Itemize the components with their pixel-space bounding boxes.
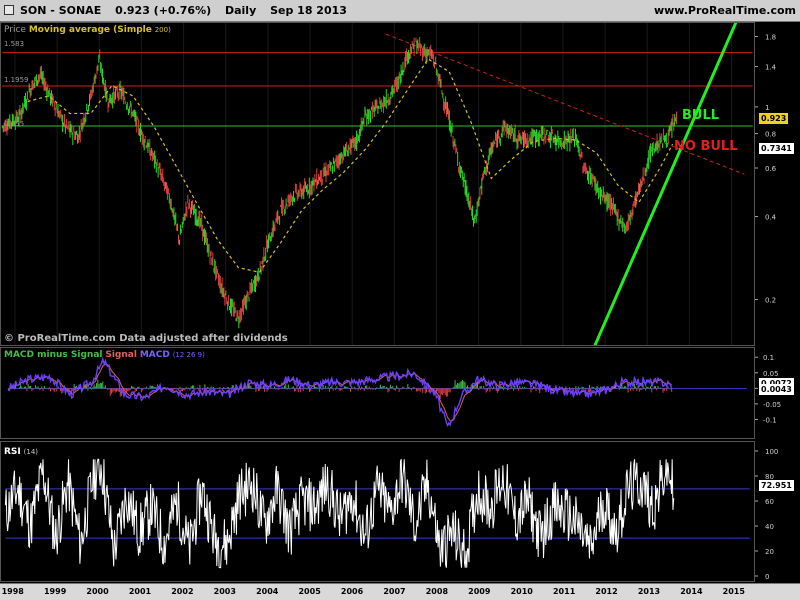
resistance-label-2: 1.1959 [4, 76, 29, 84]
rsi-tick-label-3: 40 [765, 523, 774, 531]
rsi-tick-label-4: 20 [765, 548, 774, 556]
chart-title: SON - SONAE 0.923 (+0.76%) Daily Sep 18 … [20, 4, 357, 17]
price-legend: Price Moving average (Simple 200) [4, 25, 171, 35]
x-tick-label-2001: 2001 [128, 587, 152, 596]
x-tick-label-2014: 2014 [680, 587, 703, 596]
ma-tag: 0.7341 [759, 143, 794, 154]
macd-hist-legend: MACD minus Signal [4, 350, 103, 360]
x-tick-label-2005: 2005 [298, 587, 321, 596]
macd-line [7, 356, 673, 428]
macd-tick-label-3: -0.05 [763, 401, 781, 409]
x-tick-label-2006: 2006 [340, 587, 364, 596]
macd-panel[interactable]: 0.10.050-0.05-0.1 MACD minus Signal Sign… [0, 347, 800, 439]
resistance-label-3: 0.855 [4, 120, 25, 128]
price-plot[interactable] [0, 22, 755, 346]
macd-legend: MACD minus Signal Signal MACD (12 26 9) [4, 350, 205, 360]
rsi-plot[interactable] [0, 441, 755, 582]
symbol-label: SON - SONAE [20, 4, 102, 17]
resistance-label-1: 1.583 [4, 40, 25, 48]
copyright-note: © ProRealTime.com Data adjusted after di… [4, 333, 288, 344]
price-tick-label-5: 0.4 [765, 214, 777, 222]
x-tick-label-2010: 2010 [510, 587, 533, 596]
nobull-label: NO BULL [674, 139, 738, 154]
x-tick-label-2008: 2008 [425, 587, 449, 596]
rsi-tag: 72.951 [759, 480, 794, 491]
price-legend-prefix: Price [4, 25, 26, 35]
x-tick-label-2007: 2007 [383, 587, 406, 596]
title-bar: SON - SONAE 0.923 (+0.76%) Daily Sep 18 … [0, 0, 800, 22]
x-tick-label-1998: 1998 [1, 587, 24, 596]
macd-signal-legend: Signal [105, 350, 137, 360]
window-icon[interactable] [4, 5, 14, 15]
price-tick-label-4: 0.6 [765, 165, 777, 173]
rsi-scale: 100806040200 [755, 441, 800, 582]
brand-label: www.ProRealTime.com [653, 4, 796, 17]
macd-tick-label-4: -0.1 [763, 416, 777, 424]
price-panel[interactable]: 1.8 1.4 1 0.8 0.6 0.4 0.2 Price Moving average… [0, 22, 800, 346]
x-tick-label-2012: 2012 [595, 587, 618, 596]
x-tick-label-2013: 2013 [637, 587, 661, 596]
macd-plot[interactable] [0, 347, 755, 439]
bull-label: BULL [682, 108, 720, 123]
rsi-tick-label-2: 60 [765, 498, 774, 506]
x-tick-label-2000: 2000 [86, 587, 109, 596]
macd-params-legend: (12 26 9) [172, 351, 205, 359]
rsi-tick-label-0: 100 [765, 448, 778, 456]
x-axis: 1998 1999 2000 2001 2002 2003 2004 2005 2006 2007… [0, 583, 800, 600]
x-tick-label-2004: 2004 [256, 587, 279, 596]
rsi-line [4, 458, 675, 569]
x-tick-label-2002: 2002 [171, 587, 194, 596]
price-label: 0.923 (+0.76%) [115, 4, 212, 17]
rsi-legend: RSI (14) [4, 447, 38, 457]
bull-trendline [593, 23, 738, 345]
macd-tick-label-0: 0.1 [763, 354, 774, 362]
x-tick-label-2003: 2003 [213, 587, 236, 596]
rsi-panel[interactable]: 100 80 60 40 20 0 RSI (14) 72.951 [0, 441, 800, 582]
rsi-tick-label-5: 0 [765, 573, 769, 581]
rsi-params-legend: (14) [23, 448, 39, 456]
period-label: Daily [224, 4, 257, 17]
ma-legend-label: Moving average (Simple [28, 25, 152, 35]
macd-line-legend: MACD [139, 350, 170, 360]
x-tick-label-2011: 2011 [552, 587, 576, 596]
price-tick-label-6: 0.2 [765, 297, 776, 305]
price-tick-label-2: 1 [765, 104, 769, 112]
rsi-legend-label: RSI [4, 447, 21, 457]
price-scale: 1.8 1.4 1 0.8 0.6 0.4 0.2 [755, 22, 800, 346]
date-label: Sep 18 2013 [270, 4, 347, 17]
ma-line [27, 58, 674, 273]
price-tick-label-1: 1.4 [765, 64, 777, 72]
x-tick-label-2015: 2015 [722, 587, 745, 596]
macd-tag-bottom: 0.0043 [759, 384, 794, 395]
x-tick-label-2009: 2009 [468, 587, 491, 596]
price-tick-label-0: 1.8 [765, 33, 776, 41]
x-tick-label-1999: 1999 [43, 587, 67, 596]
price-tick-label-3: 0.8 [765, 131, 776, 139]
ma-legend-param: 200) [154, 26, 171, 34]
macd-tick-label-1: 0.05 [763, 370, 779, 378]
last-price-tag: 0.923 [759, 113, 789, 124]
